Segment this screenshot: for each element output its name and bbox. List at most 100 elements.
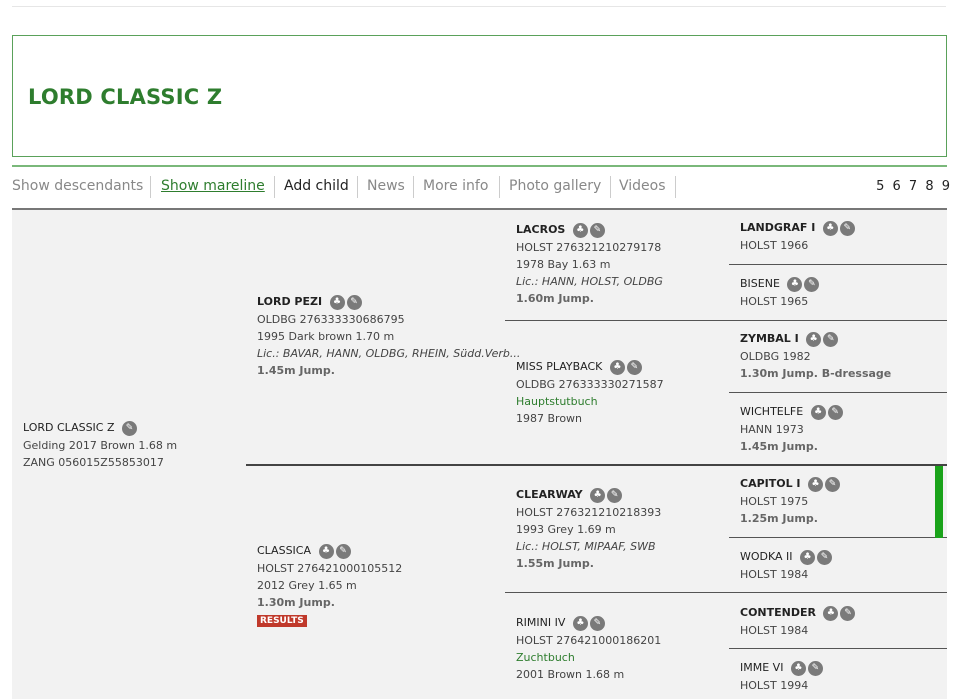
subject-horse: LORD CLASSIC Z ✎ Gelding 2017 Brown 1.68… [23,419,177,471]
descendants-icon[interactable]: ♣ [787,277,803,292]
ancestor-details: HOLST 1966 [740,238,809,252]
sire-name[interactable]: LORD PEZI [257,295,322,308]
ancestor-name[interactable]: IMME VI [740,661,783,674]
menu-separator [675,176,676,198]
subject-registration: ZANG 056015Z55853017 [23,455,164,469]
sire-dam-name[interactable]: MISS PLAYBACK [516,360,602,373]
edit-icon[interactable]: ✎ [825,477,841,492]
sire-dam-cell: MISS PLAYBACK ♣ ✎ OLDBG 276333330271587 H… [516,358,664,427]
results-badge[interactable]: RESULTS [257,614,307,627]
dam-sire-details: 1993 Grey 1.69 m [516,522,616,536]
descendants-icon[interactable]: ♣ [329,295,345,310]
more-info-link[interactable]: More info [423,178,488,194]
news-link[interactable]: News [367,178,405,194]
menu-separator [357,176,358,198]
ancestor-performance: 1.45m Jump. [740,439,818,453]
show-mareline-link[interactable]: Show mareline [161,178,265,194]
descendants-icon[interactable]: ♣ [810,405,826,420]
ancestor-details: HOLST 1994 [740,678,809,692]
sire-sire-jump: 1.60m Jump. [516,291,594,305]
ancestor-cell: IMME VI ♣ ✎ HOLST 1994 [740,659,825,694]
subject-details: Gelding 2017 Brown 1.68 m [23,438,178,452]
edit-icon[interactable]: ✎ [607,488,623,503]
sire-cell: LORD PEZI ♣ ✎ OLDBG 276333330686795 1995 … [257,293,520,379]
edit-icon[interactable]: ✎ [839,221,855,236]
add-child-link[interactable]: Add child [284,178,349,194]
ancestor-name[interactable]: CONTENDER [740,606,816,619]
videos-link[interactable]: Videos [619,178,666,194]
title-divider [12,165,947,167]
ancestor-cell: CAPITOL I ♣ ✎ HOLST 1975 1.25m Jump. [740,475,842,527]
edit-icon[interactable]: ✎ [827,405,843,420]
edit-icon[interactable]: ✎ [626,360,642,375]
ancestor-name[interactable]: WICHTELFE [740,405,803,418]
dam-sire-jump: 1.55m Jump. [516,556,594,570]
title-panel: LORD CLASSIC Z [12,35,947,157]
ancestor-name[interactable]: WODKA II [740,550,793,563]
row-divider [505,592,947,593]
pedigree-table: LORD CLASSIC Z ✎ Gelding 2017 Brown 1.68… [12,210,947,699]
ancestor-details: HOLST 1965 [740,294,809,308]
descendants-icon[interactable]: ♣ [822,221,838,236]
sire-sire-licences: Lic.: HANN, HOLST, OLDBG [516,274,663,288]
ancestor-cell: WICHTELFE ♣ ✎ HANN 1973 1.45m Jump. [740,403,845,455]
edit-icon[interactable]: ✎ [804,277,820,292]
ancestor-name[interactable]: CAPITOL I [740,477,801,490]
sire-sire-name[interactable]: LACROS [516,223,565,236]
menu-separator [499,176,500,198]
ancestor-details: HANN 1973 [740,422,804,436]
ancestor-name[interactable]: ZYMBAL I [740,332,799,345]
descendants-icon[interactable]: ♣ [800,550,816,565]
edit-icon[interactable]: ✎ [817,550,833,565]
subject-name[interactable]: LORD CLASSIC Z [23,421,115,434]
descendants-icon[interactable]: ♣ [318,544,334,559]
row-divider [505,320,947,321]
ancestor-cell: LANDGRAF I ♣ ✎ HOLST 1966 [740,219,857,254]
top-divider [12,6,946,7]
sire-sire-cell: LACROS ♣ ✎ HOLST 276321210279178 1978 Bay… [516,221,663,307]
highlight-bar [935,466,943,538]
edit-icon[interactable]: ✎ [335,544,351,559]
descendants-icon[interactable]: ♣ [590,488,606,503]
dam-dam-name[interactable]: RIMINI IV [516,616,565,629]
sire-details: 1995 Dark brown 1.70 m [257,329,395,343]
dam-name[interactable]: CLASSICA [257,544,311,557]
dam-sire-name[interactable]: CLEARWAY [516,488,583,501]
edit-icon[interactable]: ✎ [346,295,362,310]
generation-divider [246,464,947,466]
descendants-icon[interactable]: ♣ [790,661,806,676]
ancestor-cell: CONTENDER ♣ ✎ HOLST 1984 [740,604,857,639]
descendants-icon[interactable]: ♣ [609,360,625,375]
ancestor-name[interactable]: LANDGRAF I [740,221,815,234]
sire-licences: Lic.: BAVAR, HANN, OLDBG, RHEIN, Südd.Ve… [257,346,521,360]
descendants-icon[interactable]: ♣ [808,477,824,492]
ancestor-cell: ZYMBAL I ♣ ✎ OLDBG 1982 1.30m Jump. B-dre… [740,330,891,382]
descendants-icon[interactable]: ♣ [572,616,588,631]
ancestor-details: HOLST 1975 [740,494,809,508]
ancestor-details: HOLST 1984 [740,623,809,637]
sire-dam-details: 1987 Brown [516,411,583,425]
edit-icon[interactable]: ✎ [807,661,823,676]
edit-icon[interactable]: ✎ [589,616,605,631]
sire-sire-registration: HOLST 276321210279178 [516,240,662,254]
edit-icon[interactable]: ✎ [122,421,138,436]
menu-separator [274,176,275,198]
sire-dam-studbook: Hauptstutbuch [516,394,598,408]
dam-dam-registration: HOLST 276421000186201 [516,633,662,647]
descendants-icon[interactable]: ♣ [572,223,588,238]
edit-icon[interactable]: ✎ [840,606,856,621]
show-descendants-link[interactable]: Show descendants [12,178,143,194]
photo-gallery-link[interactable]: Photo gallery [509,178,601,194]
sire-sire-details: 1978 Bay 1.63 m [516,257,611,271]
ancestor-name[interactable]: BISENE [740,277,780,290]
ancestor-cell: BISENE ♣ ✎ HOLST 1965 [740,275,821,310]
ancestor-performance: 1.25m Jump. [740,511,818,525]
ancestor-performance: 1.30m Jump. B-dressage [740,366,892,380]
ancestor-details: HOLST 1984 [740,567,809,581]
edit-icon[interactable]: ✎ [589,223,605,238]
dam-registration: HOLST 276421000105512 [257,561,403,575]
descendants-icon[interactable]: ♣ [806,332,822,347]
generation-pager[interactable]: 5 6 7 8 9 [876,179,952,194]
edit-icon[interactable]: ✎ [823,332,839,347]
descendants-icon[interactable]: ♣ [823,606,839,621]
